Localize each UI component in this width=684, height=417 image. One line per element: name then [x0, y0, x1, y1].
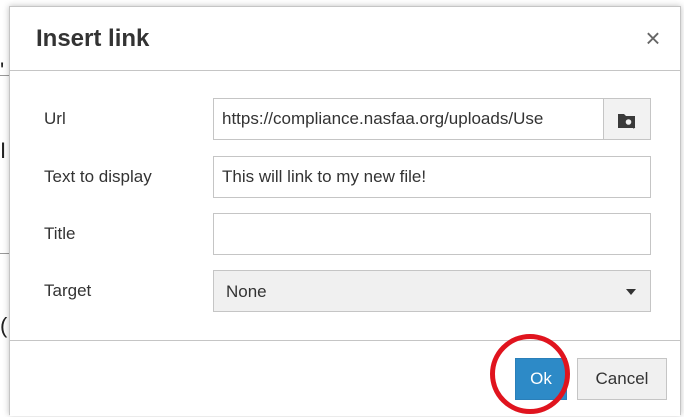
target-selected-value: None: [226, 282, 267, 301]
background-text-fragment: I: [0, 138, 7, 163]
title-row: Title: [10, 213, 680, 255]
url-label: Url: [44, 109, 66, 128]
screen: ' I ( Insert link × Url https://complian…: [0, 0, 684, 417]
text-to-display-input[interactable]: This will link to my new file!: [213, 156, 651, 198]
background-text-fragment: (: [0, 313, 8, 338]
dialog-title: Insert link: [36, 25, 150, 52]
chevron-down-icon: [626, 289, 636, 295]
ok-button[interactable]: Ok: [515, 358, 567, 400]
target-select[interactable]: None: [213, 270, 651, 312]
text-to-display-label: Text to display: [44, 167, 152, 186]
dialog-footer: Ok Cancel: [10, 340, 680, 416]
title-input[interactable]: [213, 213, 651, 255]
text-to-display-row: Text to display This will link to my new…: [10, 156, 680, 198]
insert-link-dialog: Insert link × Url https://compliance.nas…: [9, 6, 681, 416]
cancel-button[interactable]: Cancel: [577, 358, 667, 400]
browse-file-button[interactable]: [603, 98, 651, 140]
folder-search-icon: [618, 114, 636, 129]
url-row: Url https://compliance.nasfaa.org/upload…: [10, 98, 680, 140]
target-row: Target None: [10, 270, 680, 312]
background-text-fragment: ': [0, 58, 5, 83]
close-icon[interactable]: ×: [640, 25, 666, 51]
url-input[interactable]: https://compliance.nasfaa.org/uploads/Us…: [213, 98, 604, 140]
title-label: Title: [44, 224, 76, 243]
target-label: Target: [44, 281, 92, 300]
dialog-header: Insert link ×: [10, 7, 680, 71]
